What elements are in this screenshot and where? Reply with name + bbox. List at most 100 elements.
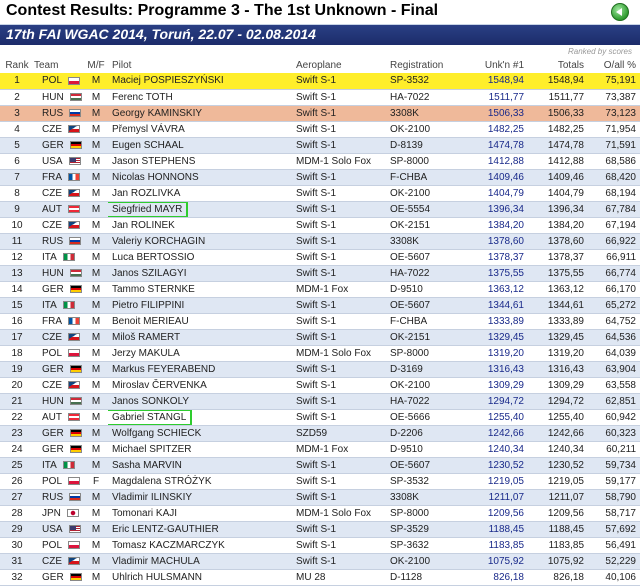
registration-cell: D-9510 xyxy=(390,441,468,458)
flag-icon xyxy=(69,92,82,101)
mf-cell: M xyxy=(84,521,108,538)
rank-cell: 3 xyxy=(0,105,34,122)
table-row[interactable]: 4 CZE M Přemysl VÁVRA Swift S-1 OK-2100 1482,2… xyxy=(0,121,640,138)
pilot-name-highlighted: Siegfried MAYR xyxy=(108,201,189,216)
overall-cell: 67,194 xyxy=(588,217,640,234)
aeroplane-cell: Swift S-1 xyxy=(296,185,390,202)
table-row[interactable]: 17 CZE M Miloš RAMERT Swift S-1 OK-2151 1329,4… xyxy=(0,329,640,346)
unknown-score-cell: 1378,60 xyxy=(468,233,528,250)
table-row[interactable]: 1 POL M Maciej POSPIESZYŃSKI Swift S-1 SP-353… xyxy=(0,73,640,90)
totals-cell: 1188,45 xyxy=(528,521,588,538)
mf-cell: F xyxy=(84,473,108,490)
registration-cell: D-9510 xyxy=(390,281,468,298)
aeroplane-cell: Swift S-1 xyxy=(296,105,390,122)
table-row[interactable]: 12 ITA M Luca BERTOSSIO Swift S-1 OE-5607 1378… xyxy=(0,249,640,266)
aeroplane-cell: Swift S-1 xyxy=(296,329,390,346)
unknown-score-cell: 1363,12 xyxy=(468,281,528,298)
table-row[interactable]: 25 ITA M Sasha MARVIN Swift S-1 OE-5607 1230,5… xyxy=(0,457,640,474)
table-row[interactable]: 26 POL F Magdalena STRÓŻYK Swift S-1 SP-3532 1… xyxy=(0,473,640,490)
table-row[interactable]: 14 GER M Tammo STERNKE MDM-1 Fox D-9510 1363,1… xyxy=(0,281,640,298)
flag-icon xyxy=(66,508,79,517)
unknown-score-cell: 1240,34 xyxy=(468,441,528,458)
table-row[interactable]: 27 RUS M Vladimir ILINSKIY Swift S-1 3308K 121… xyxy=(0,489,640,506)
table-row[interactable]: 10 CZE M Jan ROLINEK Swift S-1 OK-2151 1384,20… xyxy=(0,217,640,234)
table-row[interactable]: 7 FRA M Nicolas HONNONS Swift S-1 F-CHBA 1409,… xyxy=(0,169,640,186)
team-code: HUN xyxy=(42,395,64,407)
team-cell: GER xyxy=(34,569,84,586)
overall-cell: 60,942 xyxy=(588,409,640,426)
flag-icon xyxy=(69,236,82,245)
table-row[interactable]: 19 GER M Markus FEYERABEND Swift S-1 D-3169 13… xyxy=(0,361,640,378)
table-row[interactable]: 8 CZE M Jan ROZLIVKA Swift S-1 OK-2100 1404,79… xyxy=(0,185,640,202)
rank-cell: 20 xyxy=(0,377,34,394)
table-row[interactable]: 23 GER M Wolfgang SCHIECK SZD59 D-2206 1242,66… xyxy=(0,425,640,442)
overall-cell: 59,177 xyxy=(588,473,640,490)
team-code: GER xyxy=(42,571,64,583)
aeroplane-cell: Swift S-1 xyxy=(296,537,390,554)
pilot-cell: Sasha MARVIN xyxy=(108,457,296,474)
table-row[interactable]: 9 AUT M Siegfried MAYR Swift S-1 OE-5554 1396,… xyxy=(0,201,640,218)
pilot-name: Miroslav ČERVENKA xyxy=(112,379,207,391)
pilot-name: Benoit MERIEAU xyxy=(112,315,189,327)
table-row[interactable]: 3 RUS M Georgy KAMINSKIY Swift S-1 3308K 1506,… xyxy=(0,105,640,122)
pilot-name: Eric LENTZ-GAUTHIER xyxy=(112,523,219,535)
team-code: USA xyxy=(42,155,63,167)
mf-cell: M xyxy=(84,89,108,106)
aeroplane-cell: MDM-1 Solo Fox xyxy=(296,345,390,362)
mf-cell: M xyxy=(84,281,108,298)
table-row[interactable]: 11 RUS M Valeriy KORCHAGIN Swift S-1 3308K 137… xyxy=(0,233,640,250)
table-row[interactable]: 16 FRA M Benoit MERIEAU Swift S-1 F-CHBA 1333,… xyxy=(0,313,640,330)
team-cell: RUS xyxy=(34,489,84,506)
totals-cell: 1375,55 xyxy=(528,265,588,282)
col-rank: Rank xyxy=(5,60,29,71)
table-row[interactable]: 20 CZE M Miroslav ČERVENKA Swift S-1 OK-2100 1… xyxy=(0,377,640,394)
pilot-name: Ferenc TOTH xyxy=(112,91,173,103)
table-row[interactable]: 15 ITA M Pietro FILIPPINI Swift S-1 OE-5607 13… xyxy=(0,297,640,314)
table-row[interactable]: 32 GER M Uhlrich HULSMANN MU 28 D-1128 826,18 8… xyxy=(0,569,640,586)
registration-cell: F-CHBA xyxy=(390,313,468,330)
table-row[interactable]: 31 CZE M Vladimir MACHULA Swift S-1 OK-2100 10… xyxy=(0,553,640,570)
mf-cell: M xyxy=(84,361,108,378)
table-row[interactable]: 24 GER M Michael SPITZER MDM-1 Fox D-9510 1240… xyxy=(0,441,640,458)
pilot-name: Tomonari KAJI xyxy=(112,507,178,519)
pilot-cell: Pietro FILIPPINI xyxy=(108,297,296,314)
table-row[interactable]: 2 HUN M Ferenc TOTH Swift S-1 HA-7022 1511,77 1… xyxy=(0,89,640,106)
registration-cell: OK-2100 xyxy=(390,121,468,138)
team-cell: POL xyxy=(34,345,84,362)
pilot-name: Miloš RAMERT xyxy=(112,331,181,343)
unknown-score-cell: 1474,78 xyxy=(468,137,528,154)
pilot-name: Tomasz KACZMARCZYK xyxy=(112,539,225,551)
table-row[interactable]: 22 AUT M Gabriel STANGL Swift S-1 OE-5666 1255… xyxy=(0,409,640,426)
table-row[interactable]: 18 POL M Jerzy MAKULA MDM-1 Solo Fox SP-8000 1… xyxy=(0,345,640,362)
table-row[interactable]: 5 GER M Eugen SCHAAL Swift S-1 D-8139 1474,78 1… xyxy=(0,137,640,154)
table-row[interactable]: 21 HUN M Janos SONKOLY Swift S-1 HA-7022 1294,… xyxy=(0,393,640,410)
table-row[interactable]: 30 POL M Tomasz KACZMARCZYK Swift S-1 SP-3632… xyxy=(0,537,640,554)
event-subtitle: 17th FAI WGAC 2014, Toruń, 22.07 - 02.08… xyxy=(6,26,316,42)
aeroplane-cell: Swift S-1 xyxy=(296,137,390,154)
table-row[interactable]: 13 HUN M Janos SZILAGYI Swift S-1 HA-7022 1375… xyxy=(0,265,640,282)
table-row[interactable]: 6 USA M Jason STEPHENS MDM-1 Solo Fox SP-8000… xyxy=(0,153,640,170)
totals-cell: 1378,37 xyxy=(528,249,588,266)
pilot-cell: Janos SONKOLY xyxy=(108,393,296,410)
pilot-cell: Eugen SCHAAL xyxy=(108,137,296,154)
team-cell: GER xyxy=(34,361,84,378)
team-cell: USA xyxy=(34,521,84,538)
aeroplane-cell: Swift S-1 xyxy=(296,265,390,282)
mf-cell: M xyxy=(84,425,108,442)
registration-cell: 3308K xyxy=(390,489,468,506)
aeroplane-cell: Swift S-1 xyxy=(296,553,390,570)
back-arrow-icon[interactable] xyxy=(611,3,629,21)
table-row[interactable]: 29 USA M Eric LENTZ-GAUTHIER Swift S-1 SP-352… xyxy=(0,521,640,538)
team-code: JPN xyxy=(42,507,61,519)
team-cell: ITA xyxy=(34,249,84,266)
team-cell: FRA xyxy=(34,313,84,330)
table-row[interactable]: 28 JPN M Tomonari KAJI MDM-1 Solo Fox SP-8000… xyxy=(0,505,640,522)
team-code: CZE xyxy=(42,187,62,199)
unknown-score-cell: 1316,43 xyxy=(468,361,528,378)
team-code: AUT xyxy=(42,203,62,215)
aeroplane-cell: MDM-1 Fox xyxy=(296,441,390,458)
col-overall: O/all % xyxy=(603,60,636,71)
pilot-name: Eugen SCHAAL xyxy=(112,139,184,151)
pilot-cell: Tomonari KAJI xyxy=(108,505,296,522)
rank-cell: 9 xyxy=(0,201,34,218)
